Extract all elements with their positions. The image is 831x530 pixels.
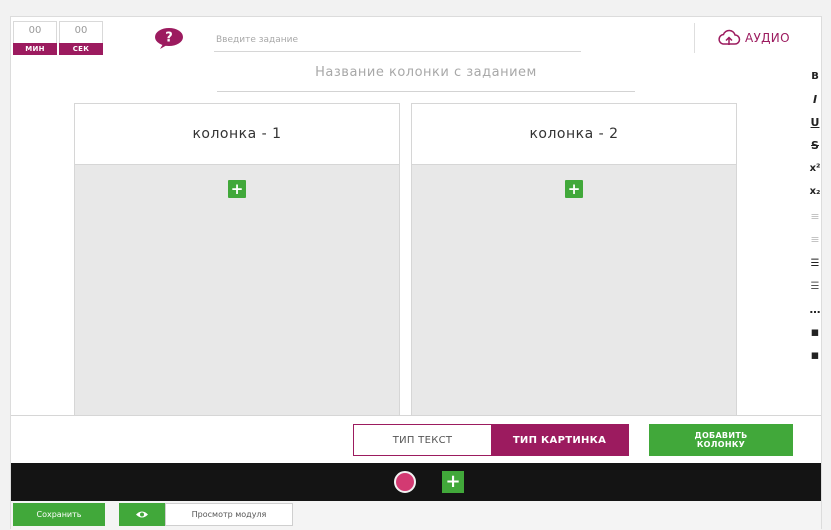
- timer-minutes[interactable]: 00 МИН: [13, 21, 57, 55]
- column-2: колонка - 2 +: [411, 103, 737, 415]
- unordered-list-icon[interactable]: ☰: [808, 254, 822, 272]
- action-bar: ТИП ТЕКСТ ТИП КАРТИНКА ДОБАВИТЬ КОЛОНКУ: [11, 415, 821, 463]
- timer-seconds-label: СЕК: [59, 43, 103, 55]
- column-1-add-button[interactable]: +: [228, 180, 246, 198]
- add-column-button[interactable]: ДОБАВИТЬ КОЛОНКУ: [649, 424, 793, 456]
- underline-icon[interactable]: U: [808, 113, 822, 131]
- column-2-header[interactable]: колонка - 2: [412, 104, 736, 165]
- comment-icon[interactable]: ▪: [808, 323, 822, 341]
- add-column-label-line2: КОЛОНКУ: [696, 440, 746, 449]
- type-text-option[interactable]: ТИП ТЕКСТ: [354, 425, 491, 455]
- bold-icon[interactable]: B: [808, 67, 822, 85]
- italic-icon[interactable]: I: [808, 90, 822, 108]
- timer-seconds[interactable]: 00 СЕК: [59, 21, 103, 55]
- align-center-icon[interactable]: ≡: [808, 230, 822, 248]
- column-1: колонка - 1 +: [74, 103, 400, 415]
- help-bubble-icon[interactable]: ?: [154, 27, 184, 49]
- subscript-icon[interactable]: x₂: [808, 182, 822, 200]
- svg-text:?: ?: [165, 31, 173, 46]
- add-column-label-line1: ДОБАВИТЬ: [694, 431, 748, 440]
- record-circle-icon[interactable]: [394, 471, 416, 493]
- media-icon[interactable]: ▪: [808, 346, 822, 364]
- audio-label: АУДИО: [745, 31, 790, 45]
- column-1-header[interactable]: колонка - 1: [75, 104, 399, 165]
- more-icon[interactable]: …: [808, 300, 822, 318]
- timer-minutes-label: МИН: [13, 43, 57, 55]
- media-strip: +: [11, 463, 821, 501]
- preview-eye-button[interactable]: [119, 503, 165, 526]
- format-toolbar: B I U S x² x₂ ≡ ≡ ☰ ☰ … ▪ ▪: [808, 67, 822, 417]
- ordered-list-icon[interactable]: ☰: [808, 277, 822, 295]
- type-image-option[interactable]: ТИП КАРТИНКА: [491, 425, 628, 455]
- type-toggle: ТИП ТЕКСТ ТИП КАРТИНКА: [353, 424, 629, 456]
- column-title-placeholder[interactable]: Название колонки с заданием: [217, 65, 635, 92]
- align-left-icon[interactable]: ≡: [808, 207, 822, 225]
- save-button[interactable]: Сохранить: [13, 503, 105, 526]
- timer-seconds-value: 00: [74, 25, 88, 36]
- column-2-add-button[interactable]: +: [565, 180, 583, 198]
- audio-upload-button[interactable]: АУДИО: [717, 28, 790, 48]
- editor-frame: 00 МИН 00 СЕК ? АУДИО Название колонки с…: [10, 16, 822, 530]
- strikethrough-icon[interactable]: S: [808, 136, 822, 154]
- header: 00 МИН 00 СЕК ? АУДИО: [11, 17, 821, 61]
- superscript-icon[interactable]: x²: [808, 159, 822, 177]
- strip-add-button[interactable]: +: [442, 471, 464, 493]
- task-input[interactable]: [214, 29, 581, 52]
- eye-icon: [136, 511, 148, 518]
- footer: Сохранить Просмотр модуля: [11, 501, 821, 530]
- preview-module-button[interactable]: Просмотр модуля: [165, 503, 293, 526]
- cloud-upload-icon: [718, 29, 741, 45]
- header-divider: [694, 23, 695, 53]
- timer-minutes-value: 00: [28, 25, 42, 36]
